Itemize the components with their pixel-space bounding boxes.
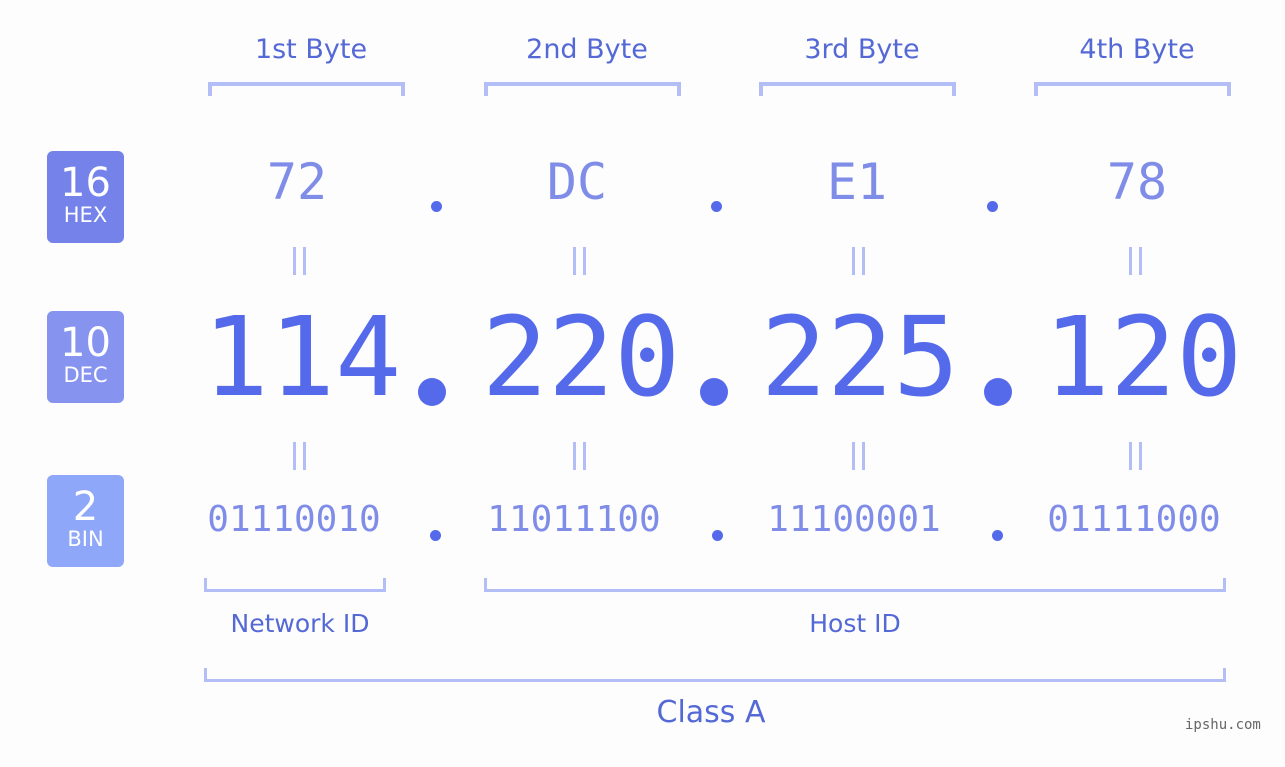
equals-icon (852, 442, 866, 470)
class-bracket (204, 668, 1226, 682)
class-label: Class A (656, 695, 766, 730)
hex-dot-1 (431, 201, 442, 212)
dec-byte-1: 114 (202, 293, 402, 421)
bin-dot-2 (712, 530, 723, 541)
bin-byte-3: 11100001 (767, 499, 941, 540)
hex-byte-3: E1 (826, 153, 888, 211)
dec-badge-base: 10 (60, 320, 111, 366)
bin-byte-1: 01110010 (207, 499, 381, 540)
byte-header-3: 3rd Byte (804, 34, 920, 65)
bin-badge-label: BIN (67, 527, 104, 551)
equals-icon (293, 442, 307, 470)
bin-badge: 2 BIN (47, 475, 124, 567)
hex-dot-2 (711, 201, 722, 212)
bin-badge-base: 2 (72, 484, 99, 530)
byte-header-4: 4th Byte (1079, 34, 1195, 65)
byte-header-2: 2nd Byte (526, 34, 648, 65)
dec-dot-2 (700, 378, 728, 406)
hex-badge-label: HEX (63, 203, 108, 227)
equals-icon (573, 247, 587, 275)
bin-byte-2: 11011100 (487, 499, 661, 540)
byte-bracket-4 (1034, 82, 1231, 96)
dec-dot-1 (418, 378, 446, 406)
equals-icon (852, 247, 866, 275)
network-id-bracket (204, 578, 386, 592)
dec-badge: 10 DEC (47, 311, 124, 403)
bin-dot-1 (430, 530, 441, 541)
hex-dot-3 (987, 201, 998, 212)
dec-byte-3: 225 (760, 293, 960, 421)
equals-icon (1129, 247, 1143, 275)
hex-badge: 16 HEX (47, 151, 124, 243)
dec-dot-3 (984, 378, 1012, 406)
host-id-label: Host ID (809, 609, 901, 638)
byte-bracket-1 (208, 82, 405, 96)
equals-icon (1129, 442, 1143, 470)
bin-dot-3 (992, 530, 1003, 541)
equals-icon (573, 442, 587, 470)
hex-byte-2: DC (546, 153, 608, 211)
equals-icon (293, 247, 307, 275)
dec-badge-label: DEC (63, 363, 108, 387)
hex-byte-1: 72 (266, 153, 328, 211)
hex-badge-base: 16 (60, 160, 111, 206)
hex-byte-4: 78 (1106, 153, 1168, 211)
bin-byte-4: 01111000 (1047, 499, 1221, 540)
dec-byte-4: 120 (1043, 293, 1243, 421)
watermark: ipshu.com (1185, 717, 1261, 733)
network-id-label: Network ID (230, 609, 370, 638)
host-id-bracket (484, 578, 1226, 592)
byte-bracket-2 (484, 82, 681, 96)
dec-byte-2: 220 (481, 293, 681, 421)
byte-header-1: 1st Byte (254, 34, 368, 65)
byte-bracket-3 (759, 82, 956, 96)
